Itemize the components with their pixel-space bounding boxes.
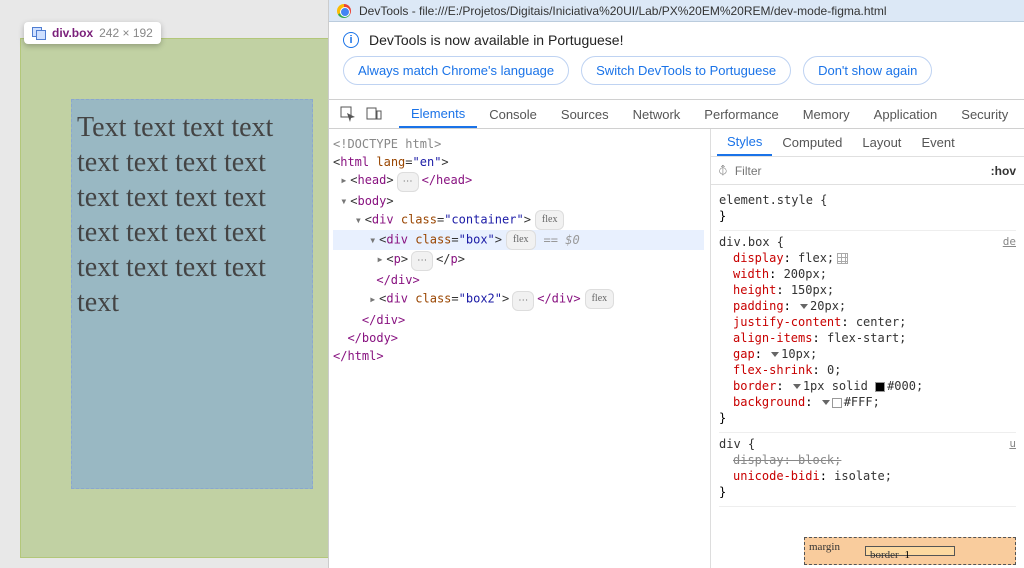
tab-network[interactable]: Network: [621, 100, 693, 128]
box-text: Text text text text text text text text …: [72, 100, 312, 320]
chrome-icon: [337, 4, 351, 18]
box-rule[interactable]: de div.box { display: flex; width: 200px…: [719, 231, 1016, 433]
container-close[interactable]: </div>: [333, 311, 704, 329]
styles-subtabs: Styles Computed Layout Event: [711, 129, 1024, 157]
dont-show-button[interactable]: Don't show again: [803, 56, 932, 85]
main-panes: <!DOCTYPE html> <html lang="en"> ▸<head>…: [329, 129, 1024, 568]
info-bar: i DevTools is now available in Portugues…: [329, 22, 1024, 54]
inspect-icon[interactable]: [335, 106, 361, 122]
tab-application[interactable]: Application: [862, 100, 950, 128]
tooltip-selector: div.box: [52, 26, 93, 40]
page-preview: Text text text text text text text text …: [0, 0, 328, 568]
devtools-panel: DevTools - file:///E:/Projetos/Digitais/…: [328, 0, 1024, 568]
p-node[interactable]: ▸<p>⋯</p>: [333, 250, 704, 271]
subtab-event[interactable]: Event: [911, 129, 964, 156]
element-icon: [32, 27, 46, 39]
ua-link[interactable]: u: [1009, 436, 1016, 452]
box-highlight: Text text text text text text text text …: [71, 99, 313, 489]
inspector-tooltip: div.box 242 × 192: [24, 22, 161, 44]
container-node[interactable]: ▾<div class="container">flex: [333, 210, 704, 230]
filter-input[interactable]: [735, 164, 983, 178]
color-swatch-white[interactable]: [832, 398, 842, 408]
source-link[interactable]: de: [1003, 234, 1016, 250]
devtools-titlebar: DevTools - file:///E:/Projetos/Digitais/…: [329, 0, 1024, 22]
doctype[interactable]: <!DOCTYPE html>: [333, 135, 704, 153]
body-close[interactable]: </body>: [333, 329, 704, 347]
box-node-selected[interactable]: ▾<div class="box">flex== $0: [333, 230, 704, 250]
html-open[interactable]: <html lang="en">: [333, 153, 704, 171]
info-actions: Always match Chrome's language Switch De…: [329, 54, 1024, 99]
head-node[interactable]: ▸<head>⋯</head>: [333, 171, 704, 192]
css-rules[interactable]: element.style { } de div.box { display: …: [711, 185, 1024, 568]
body-node[interactable]: ▾<body>: [333, 192, 704, 210]
box-close[interactable]: </div>: [333, 271, 704, 289]
switch-language-button[interactable]: Switch DevTools to Portuguese: [581, 56, 791, 85]
tab-memory[interactable]: Memory: [791, 100, 862, 128]
element-style-rule[interactable]: element.style { }: [719, 189, 1016, 231]
html-close[interactable]: </html>: [333, 347, 704, 365]
main-tabs: Elements Console Sources Network Perform…: [329, 99, 1024, 129]
container-highlight: Text text text text text text text text …: [20, 38, 328, 558]
filter-bar: ⦽ :hov: [711, 157, 1024, 185]
color-swatch-black[interactable]: [875, 382, 885, 392]
tab-elements[interactable]: Elements: [399, 100, 477, 128]
match-language-button[interactable]: Always match Chrome's language: [343, 56, 569, 85]
subtab-computed[interactable]: Computed: [772, 129, 852, 156]
hov-toggle[interactable]: :hov: [991, 164, 1016, 178]
info-icon: i: [343, 32, 359, 48]
filter-icon: ⦽: [719, 163, 727, 178]
subtab-styles[interactable]: Styles: [717, 129, 772, 156]
box2-node[interactable]: ▸<div class="box2">⋯</div>flex: [333, 289, 704, 311]
devtools-title: DevTools - file:///E:/Projetos/Digitais/…: [359, 4, 887, 18]
device-icon[interactable]: [361, 106, 387, 122]
dom-tree[interactable]: <!DOCTYPE html> <html lang="en"> ▸<head>…: [329, 129, 710, 568]
tab-security[interactable]: Security: [949, 100, 1020, 128]
styles-sidebar: Styles Computed Layout Event ⦽ :hov elem…: [710, 129, 1024, 568]
tab-console[interactable]: Console: [477, 100, 549, 128]
subtab-layout[interactable]: Layout: [852, 129, 911, 156]
box-model[interactable]: margin - border 1: [804, 537, 1016, 565]
tooltip-dimensions: 242 × 192: [99, 26, 153, 40]
flex-grid-icon[interactable]: [837, 253, 848, 264]
div-ua-rule[interactable]: u div { display: block; unicode-bidi: is…: [719, 433, 1016, 507]
info-message: DevTools is now available in Portuguese!: [369, 32, 623, 48]
tab-performance[interactable]: Performance: [692, 100, 790, 128]
tab-sources[interactable]: Sources: [549, 100, 621, 128]
